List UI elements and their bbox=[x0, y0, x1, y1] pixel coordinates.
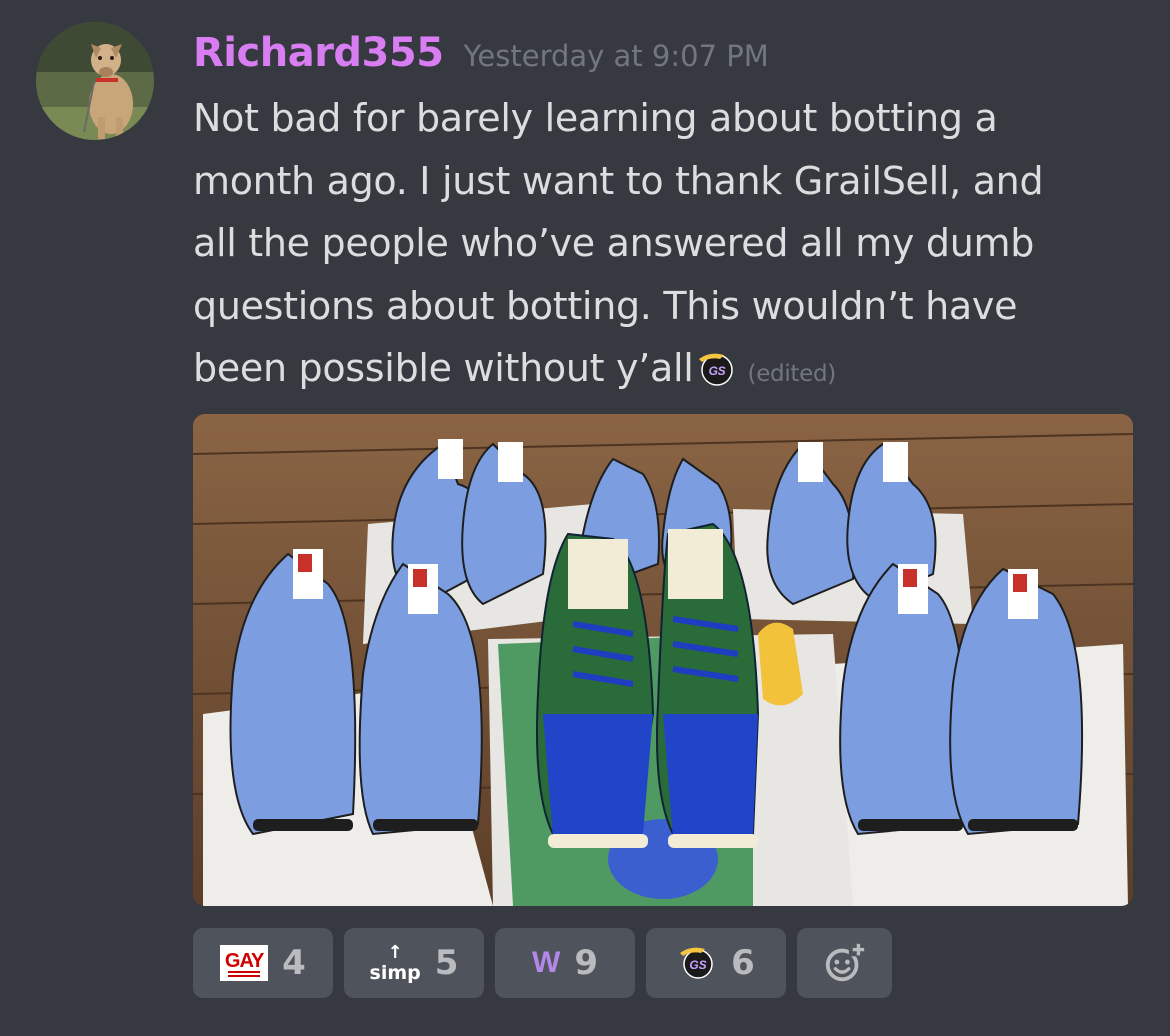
message-content: Not bad for barely learning about bottin… bbox=[193, 87, 1143, 406]
add-reaction-button[interactable] bbox=[797, 928, 892, 998]
reaction-count: 6 bbox=[731, 943, 755, 983]
reactions-bar: GAY 4 ↑ simp 5 W 9 GS 6 bbox=[193, 928, 892, 998]
image-attachment[interactable] bbox=[193, 414, 1133, 906]
reaction-count: 4 bbox=[282, 943, 306, 983]
grailsell-emoji-icon: GS bbox=[677, 941, 717, 985]
reaction-gay[interactable]: GAY 4 bbox=[193, 928, 333, 998]
grailsell-emoji-icon[interactable]: GS bbox=[696, 343, 736, 386]
reaction-count: 9 bbox=[574, 943, 598, 983]
message-line: all the people who’ve answered all my du… bbox=[193, 221, 1035, 265]
sneakers-photo bbox=[193, 414, 1133, 906]
message-last-line: been possible without y’all GS (edited) bbox=[193, 337, 1143, 406]
simp-up-arrow-emoji-icon: ↑ simp bbox=[369, 941, 421, 984]
add-reaction-smiley-icon bbox=[822, 940, 868, 986]
message-line: month ago. I just want to thank GrailSel… bbox=[193, 158, 1044, 203]
chat-message: Richard355 Yesterday at 9:07 PM Not bad f… bbox=[0, 0, 1170, 1036]
message-header: Richard355 Yesterday at 9:07 PM bbox=[193, 30, 769, 76]
gay-100-emoji-icon: GAY bbox=[220, 945, 269, 981]
username[interactable]: Richard355 bbox=[193, 30, 444, 76]
edited-label: (edited) bbox=[747, 361, 837, 387]
message-line: been possible without y’all bbox=[193, 346, 694, 390]
message-line: Not bad for barely learning about bottin… bbox=[193, 96, 998, 140]
w-emoji-icon: W bbox=[532, 946, 561, 979]
message-line: questions about botting. This wouldn’t h… bbox=[193, 283, 1018, 328]
svg-text:GS: GS bbox=[708, 364, 725, 378]
message-timestamp: Yesterday at 9:07 PM bbox=[463, 39, 769, 73]
reaction-w[interactable]: W 9 bbox=[495, 928, 635, 998]
reaction-simp[interactable]: ↑ simp 5 bbox=[344, 928, 484, 998]
dog-avatar-image bbox=[36, 22, 154, 140]
svg-text:GS: GS bbox=[689, 958, 706, 972]
user-avatar[interactable] bbox=[36, 22, 154, 140]
reaction-count: 5 bbox=[434, 943, 459, 983]
reaction-grailsell[interactable]: GS 6 bbox=[646, 928, 786, 998]
